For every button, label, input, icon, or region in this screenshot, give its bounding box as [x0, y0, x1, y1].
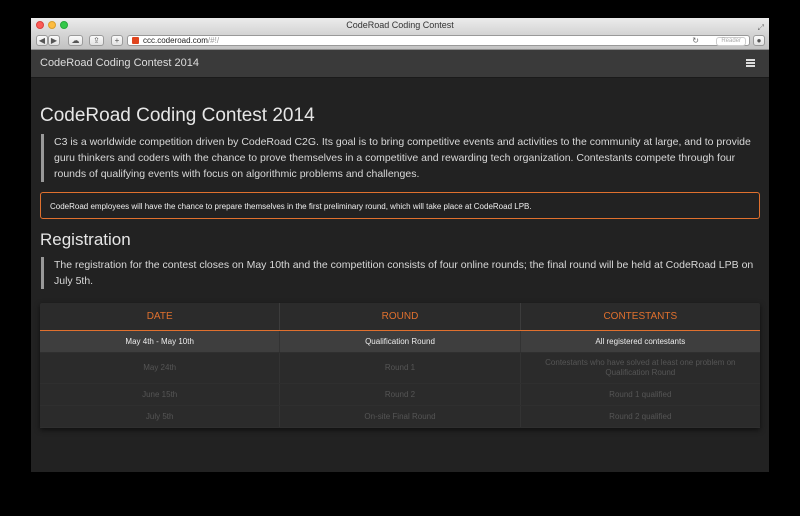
icloud-tabs-button[interactable]: ☁	[68, 35, 83, 46]
site-navbar: CodeRoad Coding Contest 2014	[31, 50, 769, 78]
cell-round: Round 1	[280, 353, 521, 383]
cell-contestants: Round 1 qualified	[609, 389, 672, 399]
downloads-button[interactable]: ●	[753, 35, 765, 46]
plus-icon: +	[114, 36, 120, 45]
info-alert: CodeRoad employees will have the chance …	[40, 192, 760, 219]
browser-window: CodeRoad Coding Contest ⤢ ◀ ▶ ☁ ⇪ + ccc.…	[31, 18, 769, 472]
schedule-table: DATE ROUND CONTESTANTS May 4th - May 10t…	[40, 303, 760, 428]
new-tab-button[interactable]: +	[111, 35, 123, 46]
url-text: ccc.coderoad.com/#!/	[143, 36, 219, 45]
back-arrow-icon: ◀	[38, 36, 46, 45]
cell-round: Round 2	[280, 384, 521, 405]
page-title: CodeRoad Coding Contest 2014	[40, 105, 315, 126]
cell-date: June 15th	[40, 384, 281, 405]
registration-blockquote: The registration for the contest closes …	[41, 257, 760, 289]
column-header-round: ROUND	[280, 303, 521, 330]
address-bar[interactable]: ccc.coderoad.com/#!/ ↻ Reader	[127, 35, 750, 46]
table-row: May 4th - May 10th Qualification Round A…	[40, 331, 760, 353]
window-controls	[36, 21, 68, 29]
cell-date: July 5th	[40, 406, 281, 427]
reload-icon[interactable]: ↻	[692, 36, 699, 45]
url-path: /#!/	[207, 36, 220, 45]
column-header-date: DATE	[40, 303, 281, 330]
forward-arrow-icon: ▶	[50, 36, 58, 45]
share-icon: ⇪	[93, 36, 100, 45]
menu-list-icon[interactable]	[746, 59, 755, 67]
table-row: May 24th Round 1 Contestants who have so…	[40, 353, 760, 384]
cell-round: On-site Final Round	[280, 406, 521, 427]
site-favicon-icon	[132, 37, 139, 44]
registration-heading: Registration	[40, 230, 131, 249]
forward-button[interactable]: ▶	[48, 35, 60, 46]
title-bar: CodeRoad Coding Contest ⤢	[31, 18, 769, 33]
cloud-icon: ☁	[71, 36, 80, 45]
back-button[interactable]: ◀	[36, 35, 48, 46]
browser-toolbar: ◀ ▶ ☁ ⇪ + ccc.coderoad.com/#!/ ↻ Reader …	[31, 33, 769, 50]
window-title: CodeRoad Coding Contest	[346, 20, 454, 30]
reader-button[interactable]: Reader	[716, 37, 746, 46]
cell-date: May 24th	[40, 353, 281, 383]
column-header-contestants: CONTESTANTS	[603, 311, 678, 322]
close-window-button[interactable]	[36, 21, 44, 29]
main-content: CodeRoad Coding Contest 2014 C3 is a wor…	[31, 78, 769, 428]
download-icon: ●	[756, 36, 762, 45]
table-header: DATE ROUND CONTESTANTS	[40, 303, 760, 331]
cell-round: Qualification Round	[280, 331, 521, 352]
intro-blockquote: C3 is a worldwide competition driven by …	[41, 134, 760, 182]
table-row: June 15th Round 2 Round 1 qualified	[40, 384, 760, 406]
cell-contestants: All registered contestants	[595, 336, 686, 346]
table-row: July 5th On-site Final Round Round 2 qua…	[40, 406, 760, 428]
zoom-window-button[interactable]	[60, 21, 68, 29]
cell-date: May 4th - May 10th	[40, 331, 281, 352]
url-host: ccc.coderoad.com	[143, 36, 208, 45]
cell-contestants: Contestants who have solved at least one…	[545, 358, 736, 377]
minimize-window-button[interactable]	[48, 21, 56, 29]
navbar-brand[interactable]: CodeRoad Coding Contest 2014	[40, 50, 199, 77]
cell-contestants: Round 2 qualified	[609, 411, 672, 421]
share-button[interactable]: ⇪	[89, 35, 104, 46]
